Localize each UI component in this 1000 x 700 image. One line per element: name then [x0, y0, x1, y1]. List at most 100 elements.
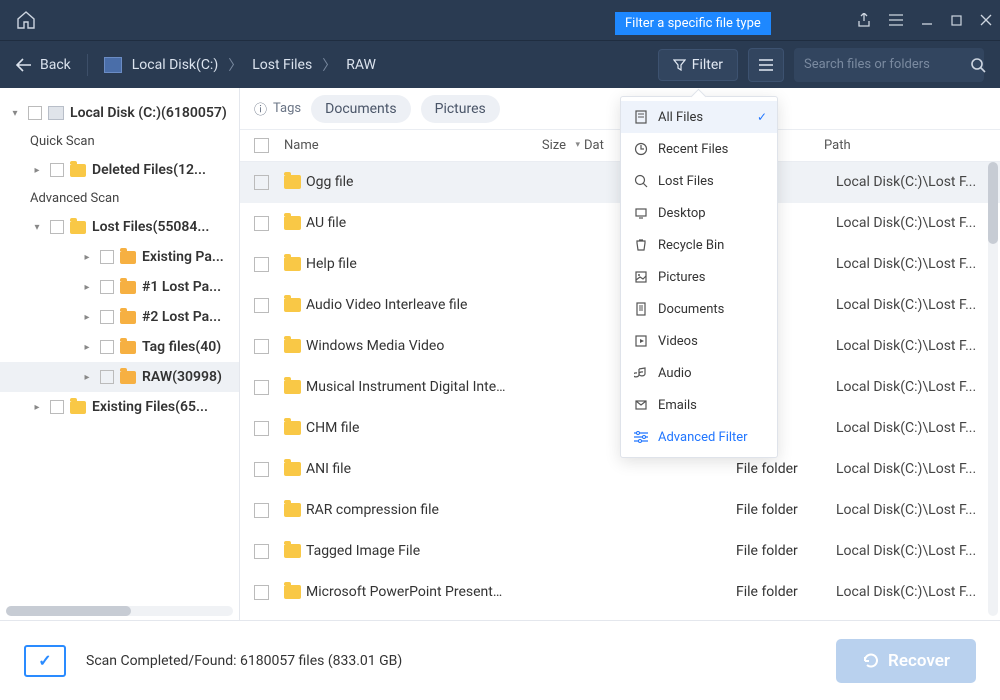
breadcrumb-item[interactable]: Lost Files: [252, 57, 312, 73]
sliders-icon: [633, 430, 648, 445]
tree-raw[interactable]: ▸ RAW(30998): [0, 362, 239, 392]
section-quick-scan: Quick Scan: [0, 128, 239, 155]
checkbox[interactable]: [50, 220, 64, 234]
folder-icon: [120, 281, 136, 294]
filter-option-icon: [633, 174, 648, 189]
tree-root[interactable]: ▾ Local Disk (C:)(6180057): [0, 98, 239, 128]
checkbox[interactable]: [254, 503, 269, 518]
tree-deleted-files[interactable]: ▸ Deleted Files(12...: [0, 155, 239, 185]
filter-option-icon: [633, 110, 648, 125]
chevron-right-icon[interactable]: ▸: [80, 282, 94, 293]
checkbox[interactable]: [254, 175, 269, 190]
maximize-icon[interactable]: [951, 15, 962, 26]
tag-pictures[interactable]: Pictures: [421, 95, 500, 123]
search-box[interactable]: [794, 48, 984, 82]
filter-option[interactable]: Emails: [621, 389, 777, 421]
minimize-icon[interactable]: [921, 14, 933, 26]
chevron-right-icon[interactable]: ▸: [80, 252, 94, 263]
chevron-down-icon[interactable]: ▾: [8, 108, 22, 119]
file-path: Local Disk(C:)\Lost F...: [836, 174, 986, 190]
chevron-right-icon[interactable]: ▸: [80, 312, 94, 323]
filter-option[interactable]: Desktop: [621, 197, 777, 229]
chevron-right-icon[interactable]: ▸: [80, 342, 94, 353]
checkbox[interactable]: [100, 370, 114, 384]
advanced-filter[interactable]: Advanced Filter: [621, 421, 777, 453]
folder-icon: [120, 251, 136, 264]
tree-tag-files[interactable]: ▸ Tag files(40): [0, 332, 239, 362]
checkbox[interactable]: [100, 280, 114, 294]
file-path: Local Disk(C:)\Lost F...: [836, 420, 986, 436]
checkbox[interactable]: [254, 339, 269, 354]
checkbox[interactable]: [50, 400, 64, 414]
table-row[interactable]: RAR compression fileFile folderLocal Dis…: [240, 490, 1000, 531]
checkbox[interactable]: [254, 462, 269, 477]
folder-icon: [284, 339, 301, 353]
checkbox[interactable]: [254, 544, 269, 559]
checkbox[interactable]: [254, 421, 269, 436]
filter-option[interactable]: Recent Files: [621, 133, 777, 165]
view-mode-button[interactable]: [748, 48, 784, 82]
folder-icon: [284, 585, 301, 599]
checkbox[interactable]: [254, 257, 269, 272]
chevron-right-icon[interactable]: ▸: [80, 372, 94, 383]
tree-lost-partition-2[interactable]: ▸ #2 Lost Pa...: [0, 302, 239, 332]
home-icon[interactable]: [8, 7, 44, 33]
chevron-right-icon[interactable]: ▸: [30, 402, 44, 413]
scrollbar-horizontal[interactable]: [6, 606, 233, 616]
filter-option[interactable]: All Files✓: [621, 101, 777, 133]
filter-button[interactable]: Filter: [658, 49, 738, 81]
chevron-right-icon: 〉: [228, 55, 242, 75]
file-name: Audio Video Interleave file: [306, 297, 506, 313]
chevron-down-icon[interactable]: ▾: [30, 222, 44, 233]
checkbox[interactable]: [100, 310, 114, 324]
drive-icon: [104, 57, 122, 73]
filter-option[interactable]: Pictures: [621, 261, 777, 293]
column-size[interactable]: Size: [494, 138, 584, 153]
checkbox[interactable]: [28, 106, 42, 120]
column-path[interactable]: Path: [824, 138, 986, 153]
checkbox[interactable]: [254, 585, 269, 600]
recover-button[interactable]: Recover: [836, 639, 976, 683]
filter-option[interactable]: Videos: [621, 325, 777, 357]
table-row[interactable]: Microsoft PowerPoint Presenta...File fol…: [240, 572, 1000, 613]
filter-option[interactable]: Audio: [621, 357, 777, 389]
tag-documents[interactable]: Documents: [311, 95, 410, 123]
close-icon[interactable]: [980, 14, 992, 26]
filter-option-label: Recycle Bin: [658, 238, 724, 253]
tree-lost-partition-1[interactable]: ▸ #1 Lost Pa...: [0, 272, 239, 302]
file-path: Local Disk(C:)\Lost F...: [836, 297, 986, 313]
folder-icon: [284, 216, 301, 230]
filter-option[interactable]: Documents: [621, 293, 777, 325]
checkbox[interactable]: [254, 216, 269, 231]
main: ▾ Local Disk (C:)(6180057) Quick Scan ▸ …: [0, 88, 1000, 620]
menu-icon[interactable]: [889, 14, 903, 26]
share-icon[interactable]: [857, 13, 871, 27]
back-label: Back: [40, 57, 71, 73]
search-icon[interactable]: [970, 57, 986, 73]
scrollbar-vertical[interactable]: [988, 162, 998, 616]
filter-option[interactable]: Recycle Bin: [621, 229, 777, 261]
checkbox[interactable]: [254, 298, 269, 313]
search-input[interactable]: [804, 57, 970, 72]
breadcrumb-item[interactable]: Local Disk(C:): [132, 57, 218, 73]
checkbox[interactable]: [100, 340, 114, 354]
filter-option-label: All Files: [658, 110, 703, 125]
checkbox[interactable]: [254, 380, 269, 395]
tree-lost-files[interactable]: ▾ Lost Files(55084...: [0, 212, 239, 242]
column-name[interactable]: Name: [284, 138, 494, 153]
breadcrumb-item[interactable]: RAW: [346, 57, 376, 73]
filter-option-label: Videos: [658, 334, 698, 349]
file-path: Local Disk(C:)\Lost F...: [836, 461, 986, 477]
tree-existing-partition[interactable]: ▸ Existing Pa...: [0, 242, 239, 272]
checkbox[interactable]: [100, 250, 114, 264]
checkbox-all[interactable]: [254, 138, 269, 153]
back-button[interactable]: Back: [16, 57, 71, 73]
scan-complete-icon: [24, 645, 66, 677]
chevron-right-icon[interactable]: ▸: [30, 165, 44, 176]
filter-option-icon: [633, 334, 648, 349]
table-row[interactable]: Tagged Image FileFile folderLocal Disk(C…: [240, 531, 1000, 572]
filter-option-icon: [633, 142, 648, 157]
filter-option[interactable]: Lost Files: [621, 165, 777, 197]
checkbox[interactable]: [50, 163, 64, 177]
tree-existing-files[interactable]: ▸ Existing Files(65...: [0, 392, 239, 422]
